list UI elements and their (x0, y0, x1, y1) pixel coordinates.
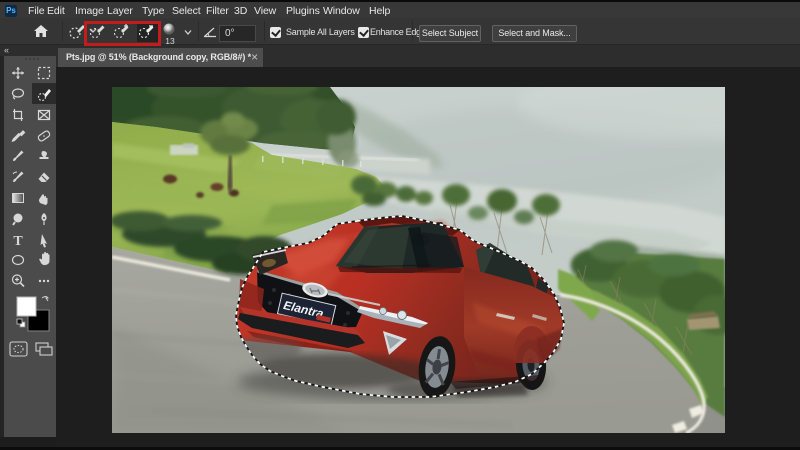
svg-text:T: T (13, 234, 23, 249)
